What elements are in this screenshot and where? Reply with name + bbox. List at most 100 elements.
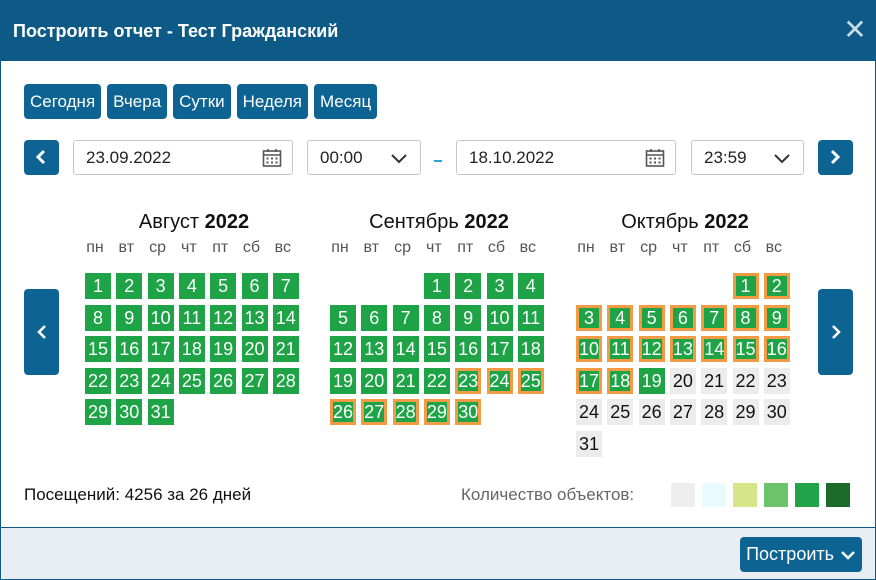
calendar-day[interactable]: 29 bbox=[85, 399, 111, 425]
calendar-day[interactable]: 16 bbox=[763, 336, 790, 362]
calendar-day[interactable]: 4 bbox=[178, 273, 205, 299]
calendar-day[interactable]: 15 bbox=[732, 336, 759, 362]
calendar-day[interactable]: 28 bbox=[392, 399, 419, 425]
calendar-day[interactable]: 25 bbox=[178, 367, 205, 394]
calendar-day[interactable]: 25 bbox=[517, 367, 544, 394]
calendar-day[interactable]: 29 bbox=[732, 399, 759, 425]
calendar-day[interactable]: 13 bbox=[361, 336, 388, 362]
calendar-day[interactable]: 10 bbox=[486, 304, 513, 331]
calendar-day[interactable]: 9 bbox=[763, 304, 790, 331]
calendar-day[interactable]: 5 bbox=[330, 304, 356, 331]
calendar-day[interactable]: 31 bbox=[147, 399, 174, 425]
calendar-day[interactable]: 7 bbox=[272, 273, 299, 299]
calendar-day[interactable]: 8 bbox=[732, 304, 759, 331]
calendar-day[interactable]: 24 bbox=[576, 399, 602, 425]
calendar-day[interactable]: 21 bbox=[272, 336, 299, 362]
time-to-select[interactable]: 23:59 bbox=[691, 140, 804, 175]
calendar-day[interactable]: 30 bbox=[455, 399, 482, 425]
calendar-day[interactable]: 27 bbox=[361, 399, 388, 425]
calendar-day[interactable]: 1 bbox=[423, 273, 450, 299]
calendar-day[interactable]: 30 bbox=[116, 399, 143, 425]
calendar-day[interactable]: 3 bbox=[576, 304, 602, 331]
calendar-day[interactable]: 2 bbox=[763, 273, 790, 299]
calendar-day[interactable]: 22 bbox=[85, 367, 111, 394]
calendar-day[interactable]: 29 bbox=[423, 399, 450, 425]
build-button[interactable]: Построить bbox=[740, 537, 862, 572]
calendar-day[interactable]: 9 bbox=[455, 304, 482, 331]
time-from-select[interactable]: 00:00 bbox=[307, 140, 421, 175]
calendar-day[interactable]: 2 bbox=[455, 273, 482, 299]
calendar-day[interactable]: 11 bbox=[178, 304, 205, 331]
calendar-day[interactable]: 23 bbox=[455, 367, 482, 394]
calendar-day[interactable]: 13 bbox=[669, 336, 696, 362]
calendar-day[interactable]: 11 bbox=[517, 304, 544, 331]
calendar-day[interactable]: 23 bbox=[116, 367, 143, 394]
calendar-day[interactable]: 19 bbox=[330, 367, 356, 394]
calendar-day[interactable]: 18 bbox=[517, 336, 544, 362]
calendar-day[interactable]: 1 bbox=[732, 273, 759, 299]
calendar-day[interactable]: 26 bbox=[210, 367, 237, 394]
close-icon[interactable]: ✕ bbox=[843, 16, 867, 44]
calendar-day[interactable]: 20 bbox=[361, 367, 388, 394]
calendar-next-button[interactable] bbox=[818, 289, 853, 375]
calendar-day[interactable]: 18 bbox=[178, 336, 205, 362]
preset-month-button[interactable]: Месяц bbox=[313, 84, 378, 119]
calendar-day[interactable]: 17 bbox=[147, 336, 174, 362]
calendar-day[interactable]: 16 bbox=[455, 336, 482, 362]
calendar-day[interactable]: 22 bbox=[732, 367, 759, 394]
date-to-field[interactable]: 18.10.2022 bbox=[456, 140, 676, 175]
calendar-day[interactable]: 25 bbox=[607, 399, 634, 425]
calendar-day[interactable]: 10 bbox=[147, 304, 174, 331]
calendar-day[interactable]: 27 bbox=[669, 399, 696, 425]
calendar-day[interactable]: 7 bbox=[392, 304, 419, 331]
calendar-day[interactable]: 26 bbox=[330, 399, 356, 425]
calendar-day[interactable]: 11 bbox=[607, 336, 634, 362]
calendar-day[interactable]: 28 bbox=[272, 367, 299, 394]
calendar-day[interactable]: 3 bbox=[147, 273, 174, 299]
calendar-day[interactable]: 12 bbox=[210, 304, 237, 331]
range-next-button[interactable] bbox=[818, 140, 853, 175]
calendar-day[interactable]: 20 bbox=[241, 336, 268, 362]
calendar-day[interactable]: 13 bbox=[241, 304, 268, 331]
calendar-day[interactable]: 8 bbox=[85, 304, 111, 331]
calendar-prev-button[interactable] bbox=[24, 289, 59, 375]
calendar-day[interactable]: 23 bbox=[763, 367, 790, 394]
calendar-day[interactable]: 27 bbox=[241, 367, 268, 394]
calendar-day[interactable]: 2 bbox=[116, 273, 143, 299]
calendar-day[interactable]: 20 bbox=[669, 367, 696, 394]
calendar-day[interactable]: 6 bbox=[669, 304, 696, 331]
preset-day-button[interactable]: Сутки bbox=[173, 84, 231, 119]
calendar-day[interactable]: 14 bbox=[701, 336, 728, 362]
calendar-day[interactable]: 22 bbox=[423, 367, 450, 394]
calendar-day[interactable]: 28 bbox=[701, 399, 728, 425]
calendar-day[interactable]: 17 bbox=[486, 336, 513, 362]
calendar-day[interactable]: 6 bbox=[241, 273, 268, 299]
calendar-day[interactable]: 15 bbox=[85, 336, 111, 362]
calendar-day[interactable]: 17 bbox=[576, 367, 602, 394]
calendar-day[interactable]: 24 bbox=[147, 367, 174, 394]
calendar-day[interactable]: 14 bbox=[272, 304, 299, 331]
calendar-day[interactable]: 19 bbox=[638, 367, 665, 394]
calendar-day[interactable]: 6 bbox=[361, 304, 388, 331]
calendar-day[interactable]: 1 bbox=[85, 273, 111, 299]
calendar-day[interactable]: 18 bbox=[607, 367, 634, 394]
calendar-day[interactable]: 4 bbox=[607, 304, 634, 331]
calendar-day[interactable]: 7 bbox=[701, 304, 728, 331]
calendar-day[interactable]: 3 bbox=[486, 273, 513, 299]
calendar-day[interactable]: 14 bbox=[392, 336, 419, 362]
calendar-day[interactable]: 5 bbox=[210, 273, 237, 299]
preset-week-button[interactable]: Неделя bbox=[236, 84, 308, 119]
calendar-day[interactable]: 5 bbox=[638, 304, 665, 331]
preset-yesterday-button[interactable]: Вчера bbox=[107, 84, 168, 119]
preset-today-button[interactable]: Сегодня bbox=[24, 84, 102, 119]
calendar-day[interactable]: 8 bbox=[423, 304, 450, 331]
calendar-day[interactable]: 15 bbox=[423, 336, 450, 362]
calendar-day[interactable]: 19 bbox=[210, 336, 237, 362]
calendar-day[interactable]: 21 bbox=[392, 367, 419, 394]
calendar-day[interactable]: 21 bbox=[701, 367, 728, 394]
range-prev-button[interactable] bbox=[24, 140, 59, 175]
date-from-field[interactable]: 23.09.2022 bbox=[73, 140, 293, 175]
calendar-day[interactable]: 31 bbox=[576, 430, 602, 457]
calendar-day[interactable]: 9 bbox=[116, 304, 143, 331]
calendar-day[interactable]: 4 bbox=[517, 273, 544, 299]
